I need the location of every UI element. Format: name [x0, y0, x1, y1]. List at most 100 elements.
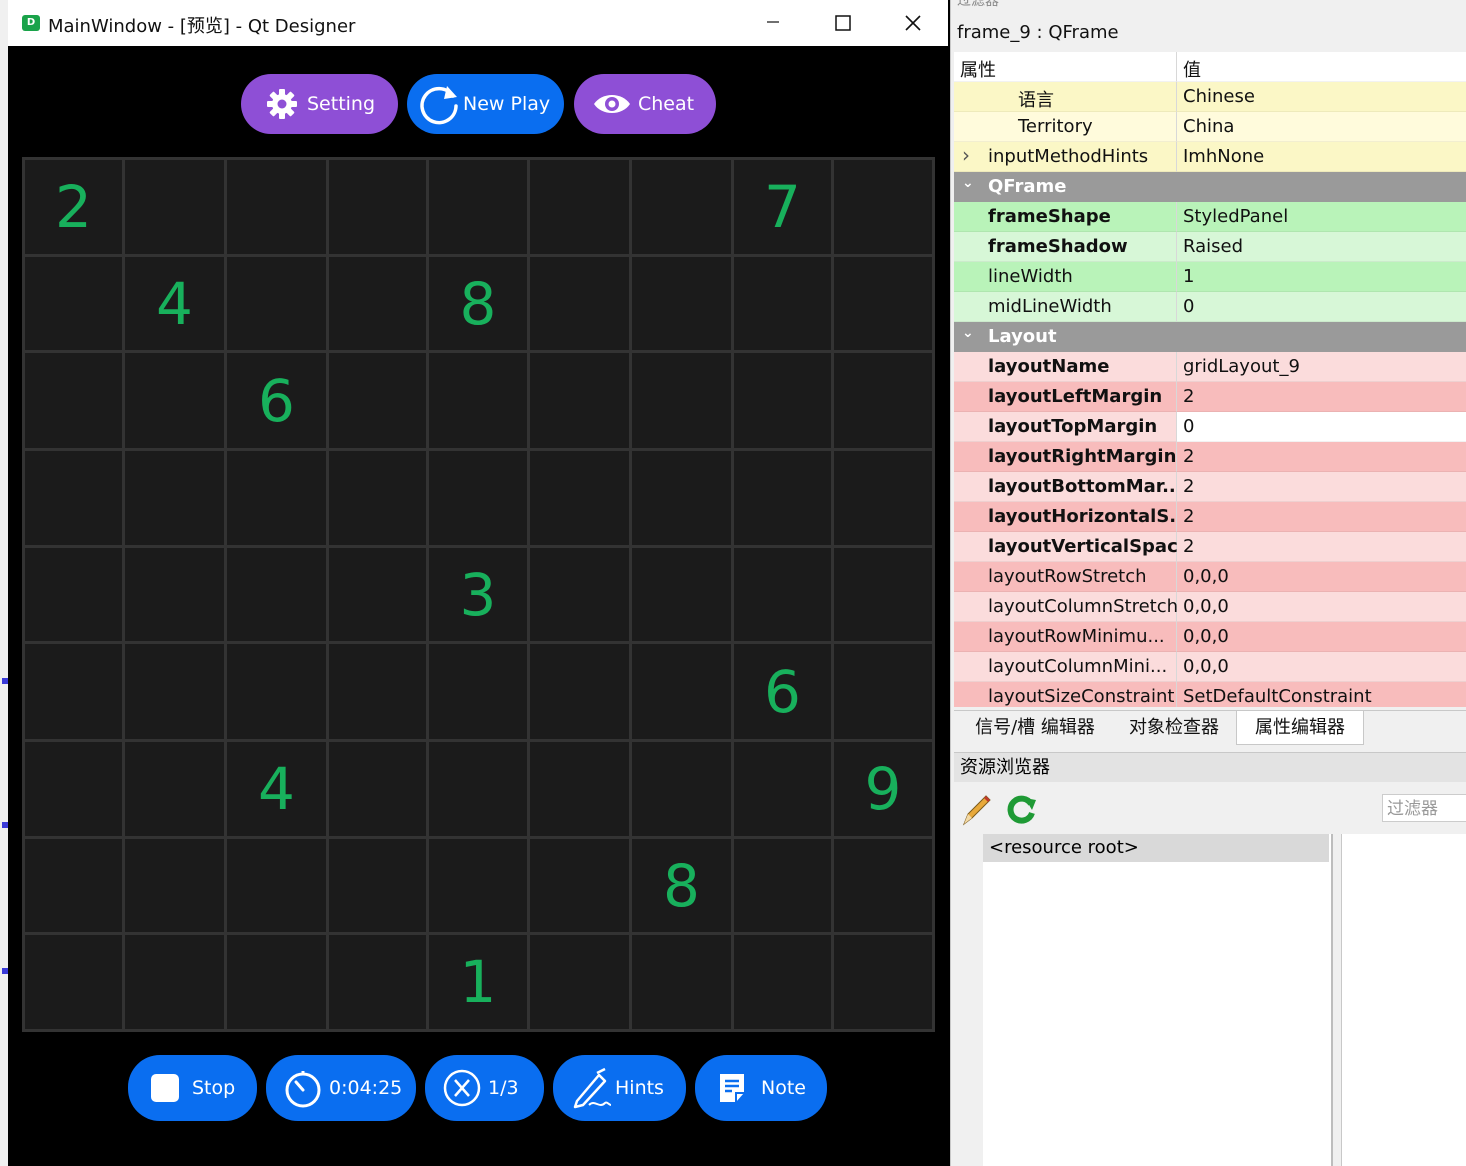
header-value[interactable]: 值 [1177, 52, 1466, 82]
resource-root-item[interactable]: <resource root> [983, 834, 1329, 862]
sudoku-cell[interactable] [530, 839, 629, 932]
sudoku-cell[interactable]: 1 [429, 935, 527, 1029]
property-row[interactable]: layoutRowStretch 0,0,0 [954, 562, 1466, 592]
mistakes-button[interactable]: 1/3 [425, 1055, 544, 1121]
property-row[interactable]: layoutBottomMar... 2 [954, 472, 1466, 502]
sudoku-cell[interactable] [329, 451, 426, 545]
sudoku-cell[interactable] [125, 935, 224, 1029]
property-row[interactable]: layoutLeftMargin 2 [954, 382, 1466, 412]
property-value-cell[interactable]: ImhNone [1177, 142, 1466, 172]
sudoku-cell[interactable] [25, 935, 122, 1029]
sudoku-cell[interactable]: 4 [125, 257, 224, 350]
property-filter-input[interactable]: 过滤器 [957, 0, 999, 10]
sudoku-cell[interactable] [329, 935, 426, 1029]
sudoku-cell[interactable] [227, 644, 326, 739]
tab-signal-slot-editor[interactable]: 信号/槽 编辑器 [960, 711, 1110, 744]
sudoku-cell[interactable] [429, 353, 527, 448]
property-value-cell[interactable]: StyledPanel [1177, 202, 1466, 232]
sudoku-cell[interactable] [25, 548, 122, 641]
sudoku-cell[interactable] [834, 451, 932, 545]
sudoku-cell[interactable]: 7 [734, 160, 831, 254]
title-bar[interactable]: D MainWindow - [预览] - Qt Designer [8, 0, 948, 46]
sudoku-cell[interactable] [530, 257, 629, 350]
property-value-cell[interactable]: 0 [1177, 412, 1466, 442]
edit-resources-button[interactable] [960, 792, 994, 826]
sudoku-cell[interactable] [329, 257, 426, 350]
sudoku-cell[interactable] [530, 160, 629, 254]
property-row[interactable]: layoutSizeConstraint SetDefaultConstraint [954, 682, 1466, 707]
sudoku-cell[interactable] [227, 839, 326, 932]
sudoku-cell[interactable] [734, 257, 831, 350]
sudoku-cell[interactable] [632, 644, 731, 739]
cheat-button[interactable]: Cheat [574, 74, 716, 134]
sudoku-cell[interactable]: 8 [429, 257, 527, 350]
header-property[interactable]: 属性 [954, 52, 1177, 82]
property-value-cell[interactable]: gridLayout_9 [1177, 352, 1466, 382]
sudoku-cell[interactable] [530, 451, 629, 545]
sudoku-cell[interactable] [530, 548, 629, 641]
note-button[interactable]: Note [695, 1055, 827, 1121]
property-row[interactable]: frameShape StyledPanel [954, 202, 1466, 232]
sudoku-cell[interactable] [632, 257, 731, 350]
property-value-cell[interactable]: China [1177, 112, 1466, 142]
sudoku-cell[interactable]: 6 [227, 353, 326, 448]
sudoku-cell[interactable] [329, 548, 426, 641]
sudoku-cell[interactable] [834, 644, 932, 739]
sudoku-cell[interactable] [329, 742, 426, 836]
property-row[interactable]: lineWidth 1 [954, 262, 1466, 292]
property-value-cell[interactable]: 2 [1177, 442, 1466, 472]
sudoku-cell[interactable] [834, 839, 932, 932]
sudoku-cell[interactable] [429, 742, 527, 836]
sudoku-cell[interactable]: 2 [25, 160, 122, 254]
sudoku-cell[interactable] [429, 160, 527, 254]
sudoku-cell[interactable] [429, 644, 527, 739]
sudoku-cell[interactable]: 8 [632, 839, 731, 932]
minimize-button[interactable] [738, 0, 808, 46]
sudoku-cell[interactable] [632, 935, 731, 1029]
sudoku-cell[interactable] [125, 160, 224, 254]
close-button[interactable] [878, 0, 948, 46]
sudoku-cell[interactable] [227, 548, 326, 641]
sudoku-cell[interactable] [632, 742, 731, 836]
property-row[interactable]: 语言 Chinese [954, 82, 1466, 112]
reload-resources-button[interactable] [1004, 792, 1038, 826]
tab-property-editor[interactable]: 属性编辑器 [1236, 711, 1364, 745]
sudoku-cell[interactable] [632, 160, 731, 254]
hints-button[interactable]: Hints [553, 1055, 686, 1121]
property-value-cell[interactable]: Chinese [1177, 82, 1466, 112]
sudoku-cell[interactable] [125, 451, 224, 545]
sudoku-cell[interactable] [429, 451, 527, 545]
property-row[interactable]: layoutRowMinimu... 0,0,0 [954, 622, 1466, 652]
sudoku-cell[interactable]: 6 [734, 644, 831, 739]
property-row[interactable]: frameShadow Raised [954, 232, 1466, 262]
sudoku-cell[interactable] [734, 353, 831, 448]
new-play-button[interactable]: New Play [407, 74, 564, 134]
sudoku-cell[interactable] [834, 160, 932, 254]
sudoku-cell[interactable] [632, 548, 731, 641]
sudoku-cell[interactable] [530, 644, 629, 739]
chevron-down-icon[interactable]: ⌄ [962, 325, 974, 341]
sudoku-cell[interactable] [227, 935, 326, 1029]
sudoku-cell[interactable] [125, 644, 224, 739]
sudoku-cell[interactable] [125, 548, 224, 641]
sudoku-cell[interactable] [125, 839, 224, 932]
setting-button[interactable]: Setting [241, 74, 398, 134]
sudoku-cell[interactable] [734, 742, 831, 836]
property-section[interactable]: ⌄ Layout [954, 322, 1466, 352]
sudoku-cell[interactable] [25, 644, 122, 739]
sudoku-cell[interactable] [734, 451, 831, 545]
property-value-cell[interactable]: 1 [1177, 262, 1466, 292]
sudoku-cell[interactable] [530, 935, 629, 1029]
sudoku-cell[interactable]: 3 [429, 548, 527, 641]
sudoku-cell[interactable] [734, 839, 831, 932]
property-value-cell[interactable]: SetDefaultConstraint [1177, 682, 1466, 707]
property-row[interactable]: layoutName gridLayout_9 [954, 352, 1466, 382]
property-row[interactable]: layoutColumnStretch 0,0,0 [954, 592, 1466, 622]
sudoku-cell[interactable] [25, 257, 122, 350]
property-value-cell[interactable]: 2 [1177, 532, 1466, 562]
timer-button[interactable]: 0:04:25 [266, 1055, 416, 1121]
sudoku-cell[interactable] [227, 451, 326, 545]
property-value-cell[interactable]: 0,0,0 [1177, 592, 1466, 622]
property-value-cell[interactable]: 2 [1177, 472, 1466, 502]
property-value-cell[interactable]: 0,0,0 [1177, 652, 1466, 682]
